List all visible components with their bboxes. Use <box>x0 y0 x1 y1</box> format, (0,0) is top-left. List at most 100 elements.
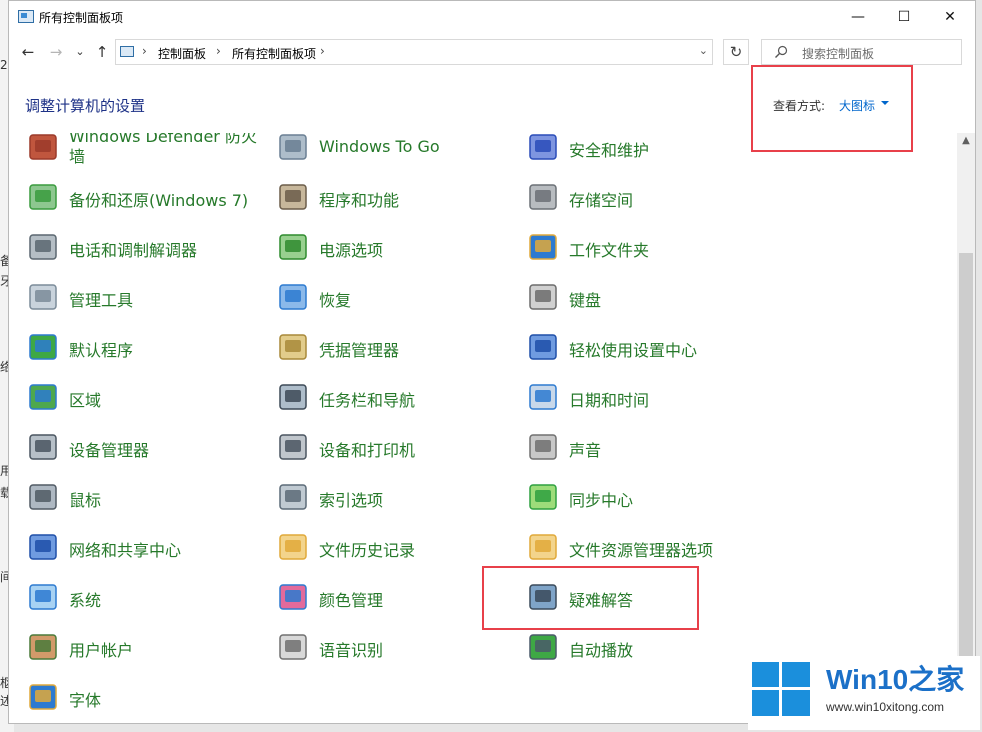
breadcrumb-separator[interactable]: › <box>216 44 221 58</box>
control-panel-item[interactable]: 轻松使用设置中心 <box>527 327 767 367</box>
scroll-up-icon[interactable]: ▲ <box>957 135 975 146</box>
recovery-icon <box>277 281 309 313</box>
control-panel-item[interactable]: 安全和维护 <box>527 133 767 167</box>
watermark-logo: Win10之家 www.win10xitong.com <box>748 656 980 730</box>
control-panel-item[interactable]: 管理工具 <box>27 277 267 317</box>
scrollbar-thumb[interactable] <box>959 253 973 721</box>
control-panel-item[interactable]: 字体 <box>27 677 267 717</box>
control-panel-item[interactable]: 同步中心 <box>527 477 767 517</box>
font-icon <box>27 681 59 713</box>
control-panel-item[interactable]: 默认程序 <box>27 327 267 367</box>
window-title: 所有控制面板项 <box>39 11 124 25</box>
up-button[interactable]: ↑ <box>91 41 113 63</box>
control-panel-item[interactable]: 鼠标 <box>27 477 267 517</box>
item-label: 区域 <box>69 391 102 410</box>
item-label: 文件历史记录 <box>319 541 416 560</box>
device-manager-icon <box>27 431 59 463</box>
item-label: 用户帐户 <box>69 641 134 660</box>
item-label: 凭据管理器 <box>319 341 400 360</box>
recent-locations-button[interactable]: ⌄ <box>69 41 91 63</box>
credential-icon <box>277 331 309 363</box>
control-panel-item[interactable]: Windows Defender 防火墙 <box>27 133 267 167</box>
search-placeholder: 搜索控制面板 <box>802 47 875 61</box>
watermark-brand: Win10之家 <box>826 664 965 695</box>
control-panel-item[interactable]: 存储空间 <box>527 177 767 217</box>
security-flag-icon <box>527 133 559 163</box>
index-icon <box>277 481 309 513</box>
close-button[interactable]: ✕ <box>927 1 973 33</box>
breadcrumb-all-items[interactable]: 所有控制面板项 <box>232 45 316 62</box>
breadcrumb-separator[interactable]: › <box>320 44 325 58</box>
firewall-icon <box>27 133 59 163</box>
refresh-button[interactable]: ↻ <box>723 39 749 65</box>
control-panel-item[interactable]: 声音 <box>527 427 767 467</box>
item-label: 默认程序 <box>69 341 134 360</box>
control-panel-item[interactable]: 网络和共享中心 <box>27 527 267 567</box>
control-panel-item[interactable]: 颜色管理 <box>277 577 517 617</box>
control-panel-item[interactable]: 恢复 <box>277 277 517 317</box>
control-panel-item[interactable]: 程序和功能 <box>277 177 517 217</box>
control-panel-item[interactable]: 自动播放 <box>527 627 767 667</box>
vertical-scrollbar[interactable]: ▲ <box>957 133 975 723</box>
control-panel-item[interactable]: 文件历史记录 <box>277 527 517 567</box>
item-label: 索引选项 <box>319 491 384 510</box>
item-label: 语音识别 <box>319 641 384 660</box>
control-panel-item[interactable]: 设备管理器 <box>27 427 267 467</box>
windows-to-go-icon <box>277 133 309 163</box>
control-panel-item[interactable]: 用户帐户 <box>27 627 267 667</box>
highlight-view-by <box>751 65 913 152</box>
item-label: 自动播放 <box>569 641 634 660</box>
minimize-button[interactable]: — <box>835 1 881 33</box>
item-label: 日期和时间 <box>569 391 650 410</box>
autoplay-icon <box>527 631 559 663</box>
item-label: 恢复 <box>319 291 352 310</box>
control-panel-item[interactable]: 日期和时间 <box>527 377 767 417</box>
control-panel-item[interactable]: 语音识别 <box>277 627 517 667</box>
item-label: 任务栏和导航 <box>319 391 416 410</box>
control-panel-item[interactable]: 文件资源管理器选项 <box>527 527 767 567</box>
control-panel-item[interactable]: 键盘 <box>527 277 767 317</box>
search-input[interactable]: 搜索控制面板 <box>761 39 962 65</box>
control-panel-item[interactable]: 设备和打印机 <box>277 427 517 467</box>
maximize-button[interactable]: ☐ <box>881 1 927 33</box>
forward-button[interactable]: → <box>45 41 67 63</box>
control-panel-item[interactable]: 电源选项 <box>277 227 517 267</box>
control-panel-item[interactable]: 电话和调制解调器 <box>27 227 267 267</box>
control-panel-icon <box>18 10 34 23</box>
control-panel-item[interactable]: 工作文件夹 <box>527 227 767 267</box>
windows-logo-icon <box>752 662 810 716</box>
control-panel-item[interactable]: 任务栏和导航 <box>277 377 517 417</box>
sync-icon <box>527 481 559 513</box>
control-panel-item[interactable]: 凭据管理器 <box>277 327 517 367</box>
item-label: 程序和功能 <box>319 191 400 210</box>
control-panel-item[interactable]: 系统 <box>27 577 267 617</box>
control-panel-item[interactable]: Windows To Go <box>277 133 517 167</box>
item-label: 设备和打印机 <box>319 441 416 460</box>
work-folder-icon <box>527 231 559 263</box>
title-bar[interactable]: 所有控制面板项 — ☐ ✕ <box>9 1 975 33</box>
item-label: 备份和还原(Windows 7) <box>69 191 249 210</box>
control-panel-item[interactable]: 区域 <box>27 377 267 417</box>
item-label: 电话和调制解调器 <box>69 241 198 260</box>
control-panel-item[interactable]: 索引选项 <box>277 477 517 517</box>
ease-of-access-icon <box>527 331 559 363</box>
watermark-url: www.win10xitong.com <box>826 700 945 714</box>
mouse-icon <box>27 481 59 513</box>
item-label: 轻松使用设置中心 <box>569 341 698 360</box>
control-panel-item[interactable]: 备份和还原(Windows 7) <box>27 177 267 217</box>
back-button[interactable]: ← <box>17 41 39 63</box>
breadcrumb-separator[interactable]: › <box>142 44 147 58</box>
explorer-options-icon <box>527 531 559 563</box>
region-icon <box>27 381 59 413</box>
address-dropdown-icon[interactable]: ⌄ <box>699 44 708 57</box>
address-field[interactable]: › 控制面板 › 所有控制面板项 › ⌄ <box>115 39 713 65</box>
item-label: 设备管理器 <box>69 441 150 460</box>
system-icon <box>27 581 59 613</box>
item-label: 字体 <box>69 691 102 710</box>
breadcrumb-control-panel[interactable]: 控制面板 <box>158 45 206 62</box>
microphone-icon <box>277 631 309 663</box>
address-bar-row: ← → ⌄ ↑ › 控制面板 › 所有控制面板项 › ⌄ ↻ 搜索控制面板 <box>9 35 975 69</box>
item-label: 键盘 <box>569 291 602 310</box>
item-label: 颜色管理 <box>319 591 384 610</box>
control-panel-icon <box>120 46 134 57</box>
